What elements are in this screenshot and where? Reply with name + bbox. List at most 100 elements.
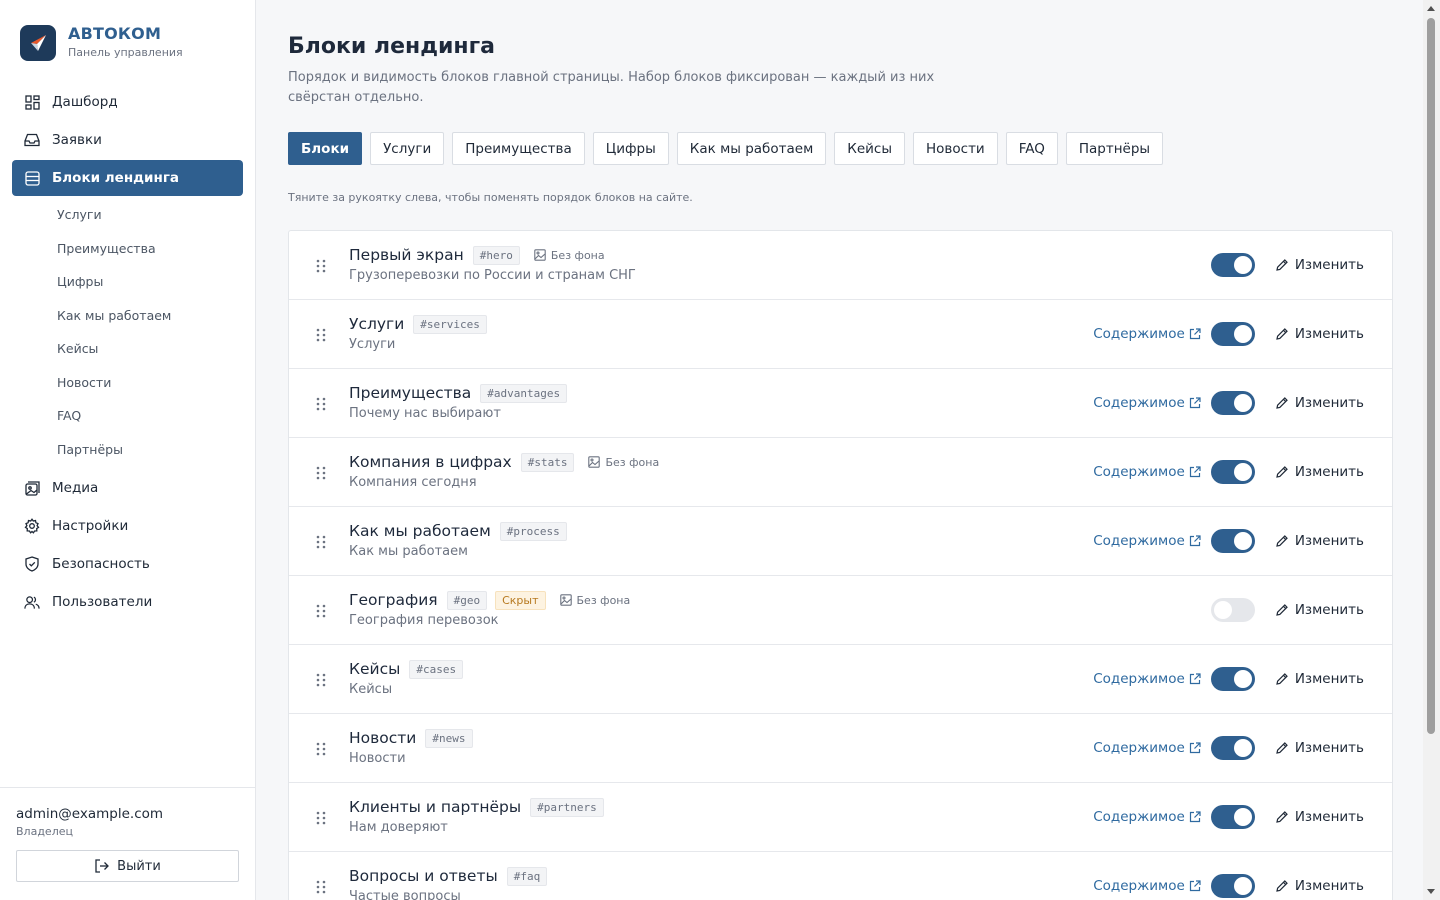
user-role: Владелец (16, 825, 73, 838)
nav-item-users[interactable]: Пользователи (12, 584, 243, 620)
tab-stats[interactable]: Цифры (592, 132, 669, 165)
nav-item-requests[interactable]: Заявки (12, 122, 243, 158)
visibility-toggle[interactable] (1210, 460, 1255, 484)
content-link[interactable]: Содержимое (1093, 395, 1201, 411)
visibility-toggle[interactable] (1210, 322, 1255, 346)
toggle-knob (1233, 256, 1252, 274)
block-row: Как мы работаем #process Как мы работаем Со… (289, 507, 1392, 576)
block-subtitle: Почему нас выбирают (349, 406, 501, 421)
tab-services[interactable]: Услуги (370, 132, 445, 165)
edit-button[interactable]: Изменить (1275, 878, 1364, 894)
nav-label: Медиа (52, 480, 99, 496)
subnav-item-partners[interactable]: Партнёры (12, 433, 243, 467)
anchor-badge: #geo (446, 590, 488, 610)
drag-handle-icon[interactable] (316, 534, 326, 549)
block-title: Клиенты и партнёры (349, 798, 522, 816)
no-background-label: Без фона (576, 593, 631, 607)
edit-button[interactable]: Изменить (1275, 395, 1364, 411)
nav-item-settings[interactable]: Настройки (12, 508, 243, 544)
toggle-knob (1233, 739, 1252, 757)
subnav-item-news[interactable]: Новости (12, 366, 243, 400)
visibility-toggle[interactable] (1210, 253, 1255, 277)
subnav-item-cases[interactable]: Кейсы (12, 332, 243, 366)
block-subtitle: Новости (349, 751, 406, 766)
toggle-knob (1233, 670, 1252, 688)
drag-handle-icon[interactable] (316, 258, 326, 273)
block-subtitle: Нам доверяют (349, 820, 448, 835)
drag-handle-icon[interactable] (316, 327, 326, 342)
tab-process[interactable]: Как мы работаем (676, 132, 827, 165)
subnav-item-process[interactable]: Как мы работаем (12, 299, 243, 333)
visibility-toggle[interactable] (1210, 529, 1255, 553)
subnav-item-advantages[interactable]: Преимущества (12, 232, 243, 266)
nav-item-security[interactable]: Безопасность (12, 546, 243, 582)
visibility-toggle[interactable] (1210, 874, 1255, 898)
pencil-icon (1275, 327, 1289, 341)
drag-handle-icon[interactable] (316, 465, 326, 480)
brand[interactable]: АВТОКОМ Панель управления (20, 24, 183, 61)
drag-handle-icon[interactable] (316, 810, 326, 825)
drag-handle-icon[interactable] (316, 672, 326, 687)
edit-button[interactable]: Изменить (1275, 533, 1364, 549)
block-row: Кейсы #cases Кейсы Содержимое Изменить (289, 645, 1392, 714)
users-icon (24, 594, 40, 610)
nav-item-dashboard[interactable]: Дашборд (12, 84, 243, 120)
content-link[interactable]: Содержимое (1093, 809, 1201, 825)
nav-item-media[interactable]: Медиа (12, 470, 243, 506)
anchor-badge: #services (413, 314, 487, 334)
content-link-label: Содержимое (1093, 671, 1185, 687)
content-link[interactable]: Содержимое (1093, 326, 1201, 342)
block-title: Новости (349, 729, 417, 747)
scroll-down-arrow-icon[interactable] (1427, 889, 1435, 894)
drag-handle-icon[interactable] (316, 879, 326, 894)
block-title: География (349, 591, 438, 609)
edit-button[interactable]: Изменить (1275, 602, 1364, 618)
no-background-label: Без фона (605, 455, 660, 469)
toggle-knob (1233, 877, 1252, 895)
block-subtitle: География перевозок (349, 613, 499, 628)
tab-faq[interactable]: FAQ (1005, 132, 1058, 165)
edit-button[interactable]: Изменить (1275, 326, 1364, 342)
visibility-toggle[interactable] (1210, 391, 1255, 415)
edit-button[interactable]: Изменить (1275, 464, 1364, 480)
gear-icon (24, 518, 40, 534)
edit-button[interactable]: Изменить (1275, 257, 1364, 273)
scrollbar-thumb[interactable] (1427, 18, 1435, 734)
subnav-item-stats[interactable]: Цифры (12, 265, 243, 299)
blocks-list: Первый экран #hero Без фона Грузоперевозки … (288, 230, 1393, 900)
visibility-toggle[interactable] (1210, 736, 1255, 760)
edit-button[interactable]: Изменить (1275, 740, 1364, 756)
layout-icon (24, 170, 40, 186)
logout-button[interactable]: Выйти (16, 850, 239, 882)
page-scrollbar[interactable] (1423, 0, 1440, 900)
nav-label: Безопасность (52, 556, 150, 572)
no-background-label: Без фона (550, 248, 605, 262)
external-link-icon (1189, 328, 1201, 340)
content-link[interactable]: Содержимое (1093, 878, 1201, 894)
visibility-toggle[interactable] (1210, 805, 1255, 829)
subnav-item-services[interactable]: Услуги (12, 198, 243, 232)
drag-handle-icon[interactable] (316, 741, 326, 756)
edit-button[interactable]: Изменить (1275, 671, 1364, 687)
tab-advantages[interactable]: Преимущества (452, 132, 585, 165)
edit-button[interactable]: Изменить (1275, 809, 1364, 825)
nav-item-landing-blocks[interactable]: Блоки лендинга (12, 160, 243, 196)
tab-cases[interactable]: Кейсы (834, 132, 906, 165)
content-link[interactable]: Содержимое (1093, 533, 1201, 549)
anchor-badge: #news (425, 728, 473, 748)
visibility-toggle[interactable] (1210, 667, 1255, 691)
scroll-up-arrow-icon[interactable] (1427, 6, 1435, 11)
no-background-flag: Без фона (588, 456, 659, 469)
tab-news[interactable]: Новости (913, 132, 998, 165)
logo-icon (20, 24, 56, 61)
subnav-item-faq[interactable]: FAQ (12, 399, 243, 433)
content-link[interactable]: Содержимое (1093, 464, 1201, 480)
image-icon (559, 594, 572, 606)
drag-handle-icon[interactable] (316, 603, 326, 618)
tab-partners[interactable]: Партнёры (1065, 132, 1164, 165)
content-link[interactable]: Содержимое (1093, 671, 1201, 687)
tab-blocks[interactable]: Блоки (288, 132, 363, 165)
visibility-toggle[interactable] (1210, 598, 1255, 622)
drag-handle-icon[interactable] (316, 396, 326, 411)
content-link[interactable]: Содержимое (1093, 740, 1201, 756)
